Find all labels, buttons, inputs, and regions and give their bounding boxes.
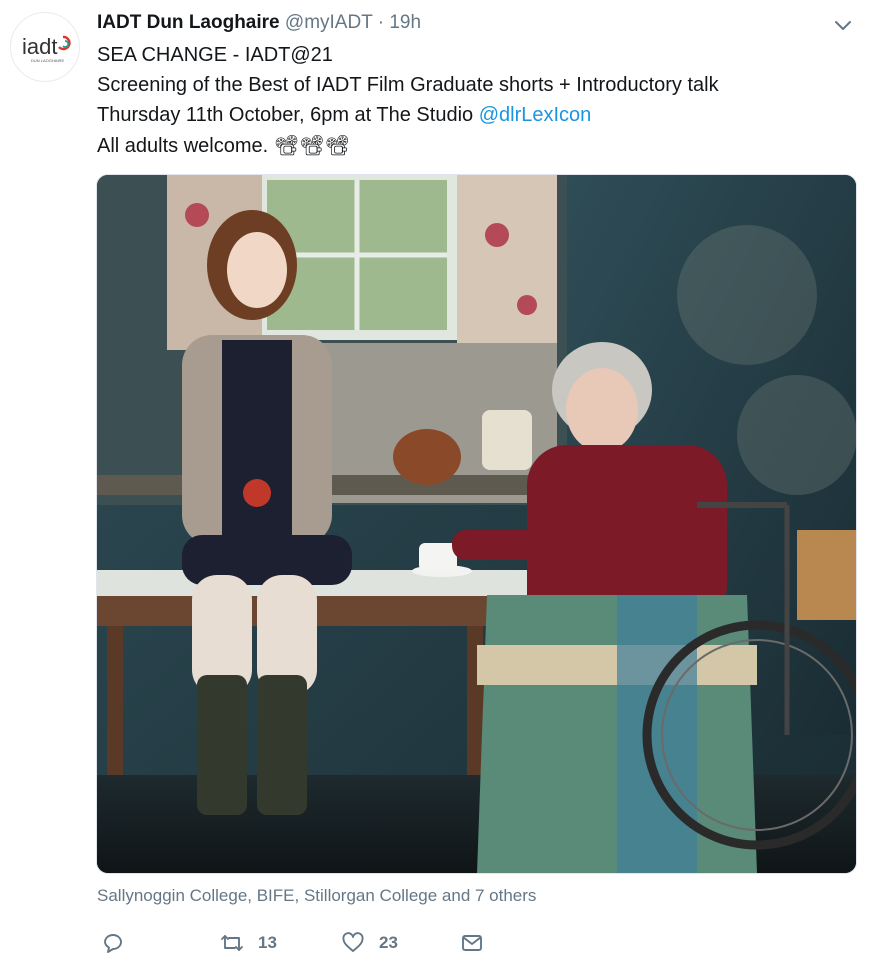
tweet-text-line-2: Screening of the Best of IADT Film Gradu… [97, 74, 719, 96]
reply-button[interactable] [101, 926, 125, 960]
avatar[interactable]: iadt DUN LAOGHAIRE [10, 12, 80, 82]
direct-message-button[interactable] [460, 926, 484, 960]
envelope-icon [462, 935, 482, 951]
like-button[interactable]: 23 [341, 926, 398, 960]
chevron-down-icon[interactable] [832, 14, 854, 36]
tweet-text-line-3-prefix: Thursday 11th October, 6pm at The Studio [97, 104, 479, 126]
mention-link[interactable]: @dlrLexIcon [479, 104, 592, 126]
heart-icon [342, 932, 364, 952]
tweet-text-line-4-body: All adults welcome. [97, 135, 269, 157]
tweet-text-line-4: All adults welcome. 📽📽📽 [97, 130, 719, 161]
tweet-text-line-1: SEA CHANGE - IADT@21 [97, 44, 333, 66]
like-count: 23 [379, 933, 398, 952]
tweet-action-bar: 13 23 [0, 926, 873, 960]
tweet-header: IADT Dun Laoghaire @myIADT · 19h [97, 10, 421, 36]
author-name[interactable]: IADT Dun Laoghaire [97, 12, 280, 33]
iadt-logo: iadt DUN LAOGHAIRE [22, 34, 71, 63]
retweet-icon [221, 935, 243, 951]
tweet-text: SEA CHANGE - IADT@21 Screening of the Be… [97, 40, 719, 161]
avatar-subtext: DUN LAOGHAIRE [31, 58, 64, 63]
photo-illustration [97, 175, 856, 873]
reply-icon [104, 934, 122, 953]
tagged-users-link[interactable]: Sallynoggin College, BIFE, Stillorgan Co… [97, 884, 536, 908]
retweet-button[interactable]: 13 [220, 926, 277, 960]
film-projector-emoji: 📽📽📽 [273, 133, 350, 157]
avatar-text: iadt [22, 34, 57, 59]
author-handle[interactable]: @myIADT [285, 12, 373, 33]
separator-dot: · [377, 12, 385, 33]
tweet-text-line-3: Thursday 11th October, 6pm at The Studio… [97, 100, 719, 130]
retweet-count: 13 [258, 933, 277, 952]
tweet-timestamp[interactable]: 19h [389, 12, 421, 33]
tweet-media-image[interactable] [96, 174, 857, 874]
